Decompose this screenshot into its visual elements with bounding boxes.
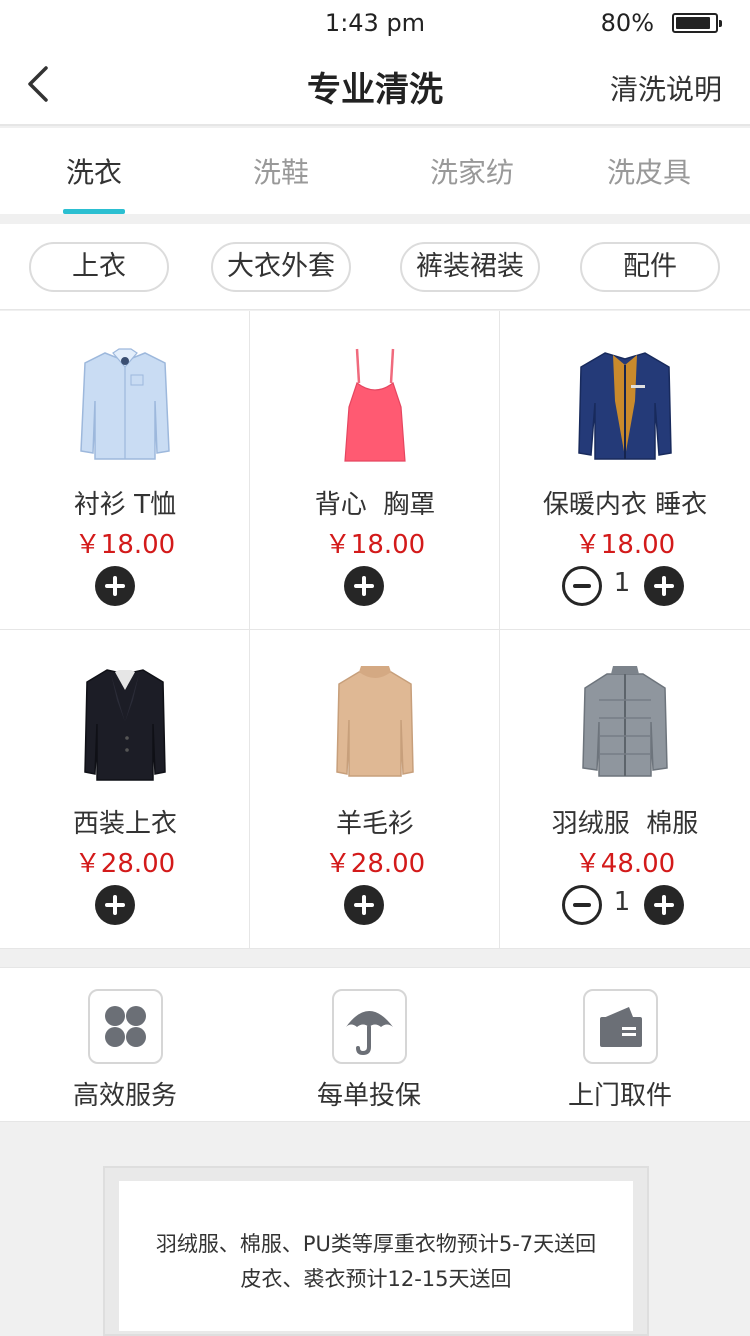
camisole-image: [344, 348, 406, 462]
delivery-notice: 羽绒服、棉服、PU类等厚重衣物预计5-7天送回 皮衣、裘衣预计12-15天送回: [119, 1181, 633, 1331]
quantity-control: 1: [500, 885, 750, 925]
notice-frame: 羽绒服、棉服、PU类等厚重衣物预计5-7天送回 皮衣、裘衣预计12-15天送回: [103, 1166, 649, 1336]
quantity-control: [0, 885, 250, 925]
feature-label: 每单投保: [316, 1081, 421, 1111]
tab-label: 洗鞋: [252, 156, 309, 189]
add-button[interactable]: [644, 885, 684, 925]
product-card[interactable]: 保暖内衣 睡衣 ￥18.00 1: [500, 311, 750, 630]
product-card[interactable]: 羽绒服 棉服 ￥48.00 1: [500, 630, 750, 949]
chip-pants-skirts[interactable]: 裤装裙装: [400, 242, 540, 292]
product-price: ￥18.00: [74, 530, 176, 560]
feature-label: 高效服务: [72, 1081, 177, 1111]
chip-tops[interactable]: 上衣: [29, 242, 169, 292]
feature-pickup: 上门取件: [495, 968, 745, 1123]
category-tabs: 洗衣 洗鞋 洗家纺 洗皮具: [0, 128, 750, 214]
remove-button[interactable]: [562, 885, 602, 925]
product-grid: 衬衫 T恤 ￥18.00 背心 胸罩 ￥18.00 保暖内衣 睡衣 ￥18.00: [0, 311, 750, 949]
tab-wash-clothes[interactable]: 洗衣: [0, 128, 188, 214]
chip-accessories[interactable]: 配件: [580, 242, 720, 292]
feature-efficient-service: 高效服务: [0, 968, 250, 1123]
subcategory-chips: 上衣 大衣外套 裤装裙装 配件: [0, 224, 750, 310]
product-price: ￥28.00: [74, 849, 176, 879]
add-button[interactable]: [344, 566, 384, 606]
product-name: 羊毛衫: [335, 809, 414, 839]
divider: [0, 214, 750, 224]
product-name: 西装上衣: [72, 809, 177, 839]
product-price: ￥48.00: [574, 849, 676, 879]
quantity-control: [0, 566, 250, 606]
status-bar: 1:43 pm 80%: [0, 0, 750, 46]
product-price: ￥18.00: [324, 530, 426, 560]
quantity-control: 1: [500, 566, 750, 606]
product-price: ￥28.00: [324, 849, 426, 879]
notice-line: 皮衣、裘衣预计12-15天送回: [240, 1267, 512, 1291]
quantity-value: 1: [613, 568, 631, 598]
product-card[interactable]: 衬衫 T恤 ￥18.00: [0, 311, 250, 630]
jacket-image: [578, 352, 672, 460]
quantity-value: 1: [613, 887, 631, 917]
add-button[interactable]: [95, 566, 135, 606]
wallet-icon: [583, 989, 658, 1064]
remove-button[interactable]: [562, 566, 602, 606]
shirt-image: [80, 348, 170, 460]
tab-label: 洗家纺: [429, 156, 514, 189]
sweater-image: [336, 666, 414, 777]
quantity-control: [250, 885, 500, 925]
product-name: 羽绒服 棉服: [551, 809, 699, 839]
product-card[interactable]: 羊毛衫 ￥28.00: [250, 630, 500, 949]
suit-image: [84, 669, 166, 781]
tab-wash-shoes[interactable]: 洗鞋: [188, 128, 374, 214]
chip-coats[interactable]: 大衣外套: [211, 242, 351, 292]
nav-bar: 专业清洗 清洗说明: [0, 46, 750, 126]
quantity-control: [250, 566, 500, 606]
feature-insurance: 每单投保: [244, 968, 494, 1123]
product-name: 保暖内衣 睡衣: [542, 490, 708, 520]
cleaning-instructions-link[interactable]: 清洗说明: [610, 68, 722, 108]
notice-line: 羽绒服、棉服、PU类等厚重衣物预计5-7天送回: [155, 1232, 597, 1256]
add-button[interactable]: [344, 885, 384, 925]
down-jacket-image: [582, 666, 668, 777]
battery-percent: 80%: [600, 9, 654, 37]
tab-wash-home-textiles[interactable]: 洗家纺: [374, 128, 570, 214]
product-name: 背心 胸罩: [314, 490, 436, 520]
feature-label: 上门取件: [567, 1081, 672, 1111]
add-button[interactable]: [644, 566, 684, 606]
product-card[interactable]: 背心 胸罩 ￥18.00: [250, 311, 500, 630]
tab-wash-leather[interactable]: 洗皮具: [560, 128, 738, 214]
umbrella-icon: [332, 989, 407, 1064]
tab-label: 洗衣: [65, 156, 122, 189]
clover-icon: [88, 989, 163, 1064]
product-card[interactable]: 西装上衣 ￥28.00: [0, 630, 250, 949]
battery-icon: [672, 13, 722, 33]
add-button[interactable]: [95, 885, 135, 925]
product-name: 衬衫 T恤: [73, 490, 177, 520]
service-features: 高效服务 每单投保 上门取件: [0, 967, 750, 1122]
product-price: ￥18.00: [574, 530, 676, 560]
tab-label: 洗皮具: [606, 156, 691, 189]
